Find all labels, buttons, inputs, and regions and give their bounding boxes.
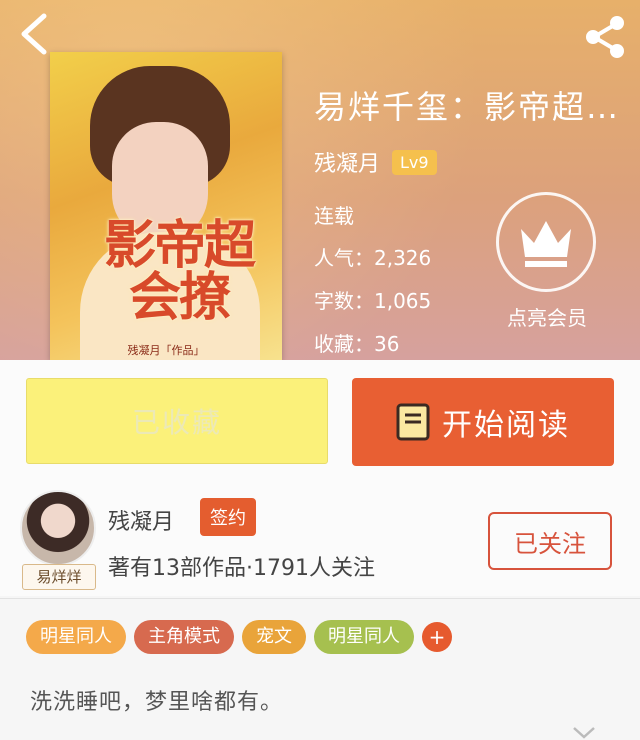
level-badge: Lv9 <box>392 149 437 175</box>
back-button[interactable] <box>16 12 52 56</box>
chevron-down-icon[interactable] <box>572 726 596 740</box>
book-icon <box>396 403 430 441</box>
book-cover[interactable]: 影帝超会撩 残凝月「作品」 <box>50 52 282 360</box>
author-description: 著有13部作品·1791人关注 <box>108 556 375 581</box>
favorites-text: 收藏：36 <box>314 332 400 356</box>
action-bar: 已收藏 开始阅读 <box>0 360 640 480</box>
tag-item[interactable]: 明星同人 <box>314 620 414 654</box>
author-card-name[interactable]: 残凝月 <box>108 504 174 536</box>
tag-item[interactable]: 主角模式 <box>134 620 234 654</box>
author-name[interactable]: 残凝月 <box>314 146 380 178</box>
add-tag-button[interactable]: + <box>422 622 452 652</box>
tag-list: 明星同人 主角模式 宠文 明星同人 + <box>26 620 452 654</box>
author-row: 残凝月 Lv9 <box>314 146 437 178</box>
book-title: 易烊千玺：影帝超… <box>314 88 621 126</box>
share-icon <box>586 16 624 58</box>
signed-badge: 签约 <box>200 498 256 536</box>
cover-subtitle: 残凝月「作品」 <box>127 344 205 357</box>
popularity-text: 人气：2,326 <box>314 246 432 270</box>
cover-title: 影帝超会撩 <box>103 215 256 328</box>
tag-item[interactable]: 宠文 <box>242 620 306 654</box>
status-text: 连载 <box>314 204 354 228</box>
start-reading-label: 开始阅读 <box>442 408 570 443</box>
follow-button[interactable]: 已关注 <box>488 512 612 570</box>
chevron-left-icon <box>21 13 47 55</box>
tag-item[interactable]: 明星同人 <box>26 620 126 654</box>
divider <box>0 598 640 599</box>
word-count-text: 字数：1,065 <box>314 289 432 313</box>
crown-icon <box>521 221 571 267</box>
share-button[interactable] <box>582 14 628 60</box>
author-card: 易烊烊 残凝月 签约 著有13部作品·1791人关注 已关注 <box>0 480 640 596</box>
avatar[interactable] <box>20 490 96 566</box>
book-intro: 洗洗睡吧，梦里啥都有。 <box>30 690 284 715</box>
start-reading-button[interactable]: 开始阅读 <box>352 378 614 466</box>
book-header: 影帝超会撩 残凝月「作品」 易烊千玺：影帝超… 残凝月 Lv9 连载 人气：2,… <box>0 0 640 360</box>
vip-button[interactable] <box>496 192 596 292</box>
avatar-tag: 易烊烊 <box>22 564 96 590</box>
collected-button[interactable]: 已收藏 <box>26 378 328 464</box>
vip-label[interactable]: 点亮会员 <box>486 302 608 331</box>
